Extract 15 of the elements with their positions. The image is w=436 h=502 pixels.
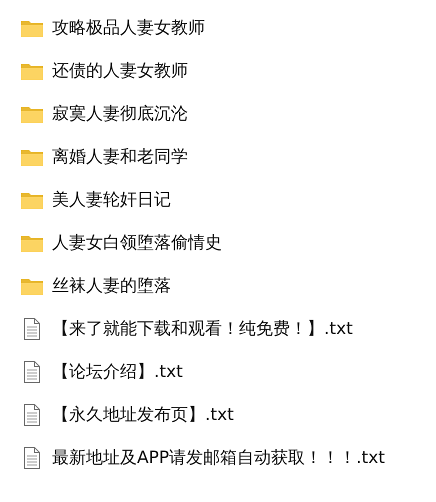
document-icon — [22, 446, 42, 470]
file-name[interactable]: 离婚人妻和老同学 — [52, 145, 188, 168]
file-name[interactable]: 【论坛介绍】.txt — [52, 360, 183, 383]
file-name[interactable]: 人妻女白领堕落偷情史 — [52, 231, 222, 254]
file-name[interactable]: 【来了就能下载和观看！纯免费！】.txt — [52, 317, 353, 340]
file-name[interactable]: 美人妻轮奸日记 — [52, 188, 171, 211]
file-name[interactable]: 攻略极品人妻女教师 — [52, 16, 205, 39]
file-name[interactable]: 【永久地址发布页】.txt — [52, 403, 234, 426]
document-icon — [22, 360, 42, 384]
file-name[interactable]: 寂寞人妻彻底沉沦 — [52, 102, 188, 125]
file-name[interactable]: 还债的人妻女教师 — [52, 59, 188, 82]
file-name[interactable]: 丝袜人妻的堕落 — [52, 274, 171, 297]
file-name[interactable]: 最新地址及APP请发邮箱自动获取！！！.txt — [52, 446, 385, 469]
document-icon — [22, 402, 42, 426]
document-icon — [22, 316, 42, 340]
